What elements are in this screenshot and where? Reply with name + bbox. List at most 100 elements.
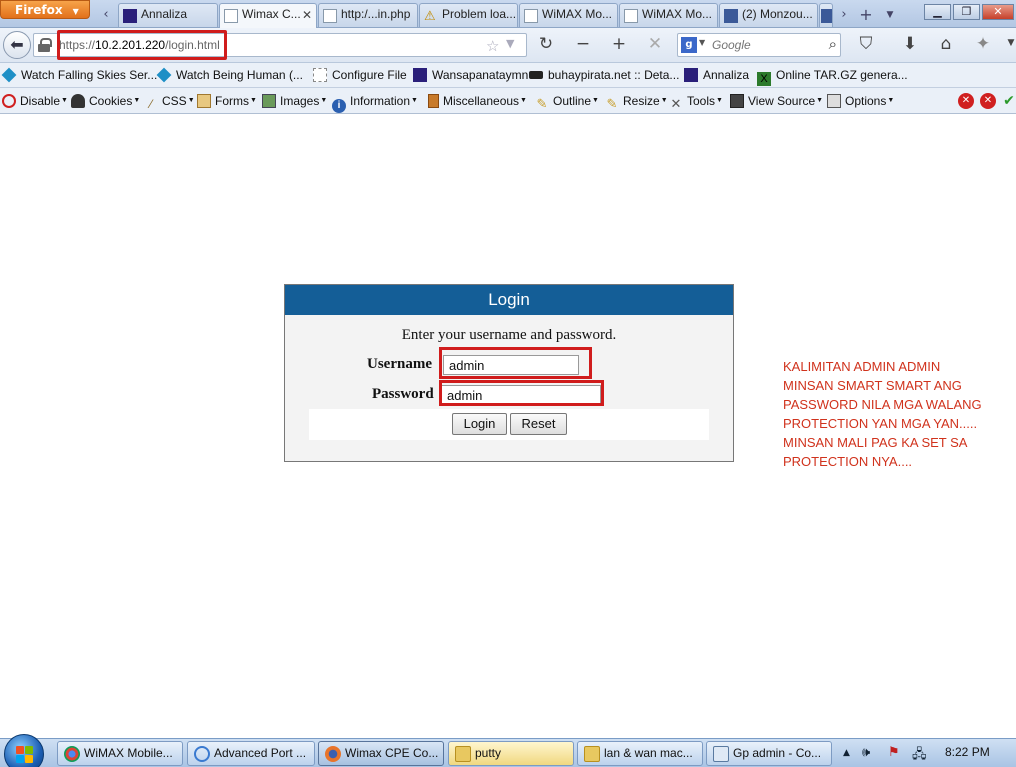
tab-title: (2) Monzou... <box>742 7 813 21</box>
tab-http-php[interactable]: http:/...in.php <box>318 3 418 27</box>
tab-title: Wimax C... <box>242 7 301 21</box>
login-button[interactable]: Login <box>452 413 507 435</box>
pirate-icon <box>529 71 543 79</box>
bookmark-label: Watch Falling Skies Ser... <box>21 68 158 82</box>
bookmark-label: Annaliza <box>703 68 750 82</box>
bookmark-label: Watch Being Human (... <box>176 68 303 82</box>
zoom-out-icon[interactable]: − <box>572 34 594 54</box>
caret-icon: ▼ <box>250 97 257 104</box>
taskbar-lan-wan[interactable]: lan & wan mac... <box>577 741 703 766</box>
zoom-in-icon[interactable]: + <box>608 34 630 54</box>
taskbar-wimax-cpe[interactable]: Wimax CPE Co... <box>318 741 444 766</box>
tab-scroll-left-icon[interactable]: ‹ <box>96 4 116 26</box>
dev-forms-menu[interactable]: Forms▼ <box>197 94 257 108</box>
taskbar-gp-admin[interactable]: Gp admin - Co... <box>706 741 832 766</box>
tab-title: Problem loa... <box>442 7 517 21</box>
tools-icon: ✕ <box>670 96 682 111</box>
minimize-icon[interactable]: ▁ <box>924 4 951 20</box>
reset-button[interactable]: Reset <box>510 413 567 435</box>
dev-images-menu[interactable]: Images▼ <box>262 94 327 108</box>
home-icon[interactable]: ⌂ <box>935 34 957 54</box>
dev-view-source-menu[interactable]: View Source▼ <box>730 94 823 108</box>
annotation-line: KALIMITAN ADMIN ADMIN <box>783 359 941 374</box>
caret-icon: ▼ <box>592 97 599 104</box>
bookmark-being-human[interactable]: Watch Being Human (... <box>156 67 303 83</box>
bookmark-falling-skies[interactable]: Watch Falling Skies Ser... <box>1 67 158 83</box>
dev-tools-menu[interactable]: ✕ Tools▼ <box>669 94 723 111</box>
dev-options-menu[interactable]: Options▼ <box>827 94 894 108</box>
tab-partial[interactable] <box>819 3 833 27</box>
bookmark-tar-gz[interactable]: X Online TAR.GZ genera... <box>757 68 908 86</box>
tab-close-icon[interactable]: ✕ <box>302 8 312 22</box>
search-input[interactable] <box>712 36 818 54</box>
tab-list-icon[interactable]: ▼ <box>880 4 900 26</box>
clock[interactable]: 8:22 PM <box>945 745 990 759</box>
url-history-dropdown-icon[interactable]: ▼ <box>506 37 514 50</box>
tray-expand-icon[interactable]: ▲ <box>843 748 850 758</box>
page-content: Login Enter your username and password. … <box>0 114 1016 710</box>
dev-menu-label: Forms <box>215 94 249 108</box>
bookmark-annaliza[interactable]: Annaliza <box>684 68 749 82</box>
network-icon[interactable]: 🖧 <box>912 745 927 767</box>
dev-cookies-menu[interactable]: Cookies▼ <box>71 94 140 108</box>
bookmark-configure-file[interactable]: Configure File <box>313 68 407 82</box>
site-icon <box>684 68 698 82</box>
download-icon[interactable]: ⬇ <box>899 34 921 54</box>
tab-wimax-mo-2[interactable]: WiMAX Mo... <box>619 3 718 27</box>
bookmark-buhaypirata[interactable]: buhaypirata.net :: Deta... <box>529 68 679 82</box>
search-engine-dropdown-icon[interactable]: ▼ <box>699 38 705 47</box>
restore-icon[interactable]: ❐ <box>953 4 980 20</box>
dev-menu-label: Options <box>845 94 887 108</box>
taskbar-advanced-port[interactable]: Advanced Port ... <box>187 741 315 766</box>
page-icon <box>323 9 337 23</box>
warning-icon: ⚠ <box>424 8 436 23</box>
dev-outline-menu[interactable]: ✎ Outline▼ <box>535 94 599 111</box>
valid-check-icon[interactable]: ✔ <box>1001 93 1016 109</box>
annotation-line: PASSWORD NILA MGA WALANG <box>783 397 982 412</box>
window-close-icon[interactable]: ✕ <box>982 4 1014 20</box>
dev-disable-menu[interactable]: Disable▼ <box>2 94 68 108</box>
bookmarks-menu-icon[interactable]: ⛉ <box>855 34 877 54</box>
google-icon[interactable]: g <box>681 37 697 53</box>
dev-menu-label: Cookies <box>89 94 133 108</box>
dev-information-menu[interactable]: i Information▼ <box>332 94 418 113</box>
caret-icon: ▼ <box>887 97 895 104</box>
taskbar-putty[interactable]: putty <box>448 741 574 766</box>
new-tab-icon[interactable]: + <box>856 4 876 26</box>
tab-problem-loading[interactable]: ⚠ Problem loa... <box>419 3 518 27</box>
stop-icon[interactable]: ✕ <box>644 34 666 54</box>
tab-wimax-mo-1[interactable]: WiMAX Mo... <box>519 3 618 27</box>
search-magnifier-icon[interactable]: ⌕ <box>829 35 837 53</box>
search-box[interactable]: g ▼ ⌕ <box>677 33 841 57</box>
facebook-icon <box>821 9 832 23</box>
tab-scroll-right-icon[interactable]: › <box>834 4 854 26</box>
web-developer-toolbar: Disable▼ Cookies▼ ⁄ CSS▼ Forms▼ Images▼ i… <box>0 88 1016 114</box>
flag-icon[interactable]: ⚑ <box>888 745 900 760</box>
dev-menu-label: Tools <box>687 94 716 108</box>
dev-resize-menu[interactable]: ✎ Resize▼ <box>605 94 668 111</box>
taskbar-wimax-mobile[interactable]: WiMAX Mobile... <box>57 741 183 766</box>
dev-miscellaneous-menu[interactable]: Miscellaneous▼ <box>428 94 527 108</box>
tab-wimax[interactable]: Wimax C... ✕ <box>219 3 317 28</box>
caret-icon: ▼ <box>187 97 195 104</box>
addon-icon[interactable]: ✦ <box>972 34 994 54</box>
bookmark-star-icon[interactable]: ☆ <box>486 37 499 55</box>
bookmark-wansapanataymn[interactable]: Wansapanataymn <box>413 68 528 82</box>
firefox-menu-button[interactable]: Firefox ▼ <box>0 0 90 19</box>
volume-icon[interactable]: 🕪 <box>862 745 870 760</box>
back-button[interactable]: ⬅ <box>3 31 31 59</box>
warnings-icon[interactable]: ✕ <box>980 93 996 109</box>
tab-facebook[interactable]: (2) Monzou... <box>719 3 818 27</box>
dev-css-menu[interactable]: ⁄ CSS▼ <box>144 94 195 111</box>
reload-icon[interactable]: ↻ <box>535 34 557 54</box>
dev-menu-label: Resize <box>623 94 660 108</box>
start-button[interactable] <box>4 734 44 767</box>
errors-icon[interactable]: ✕ <box>958 93 974 109</box>
dropdown-arrow-icon: ▼ <box>72 7 79 16</box>
page-icon <box>624 9 638 23</box>
caret-icon: ▼ <box>320 97 328 104</box>
taskbar-label: putty <box>475 746 502 760</box>
tab-annaliza[interactable]: Annaliza <box>118 3 218 27</box>
overflow-dropdown-icon[interactable]: ▼ <box>1000 38 1016 48</box>
dev-menu-label: Outline <box>553 94 592 108</box>
